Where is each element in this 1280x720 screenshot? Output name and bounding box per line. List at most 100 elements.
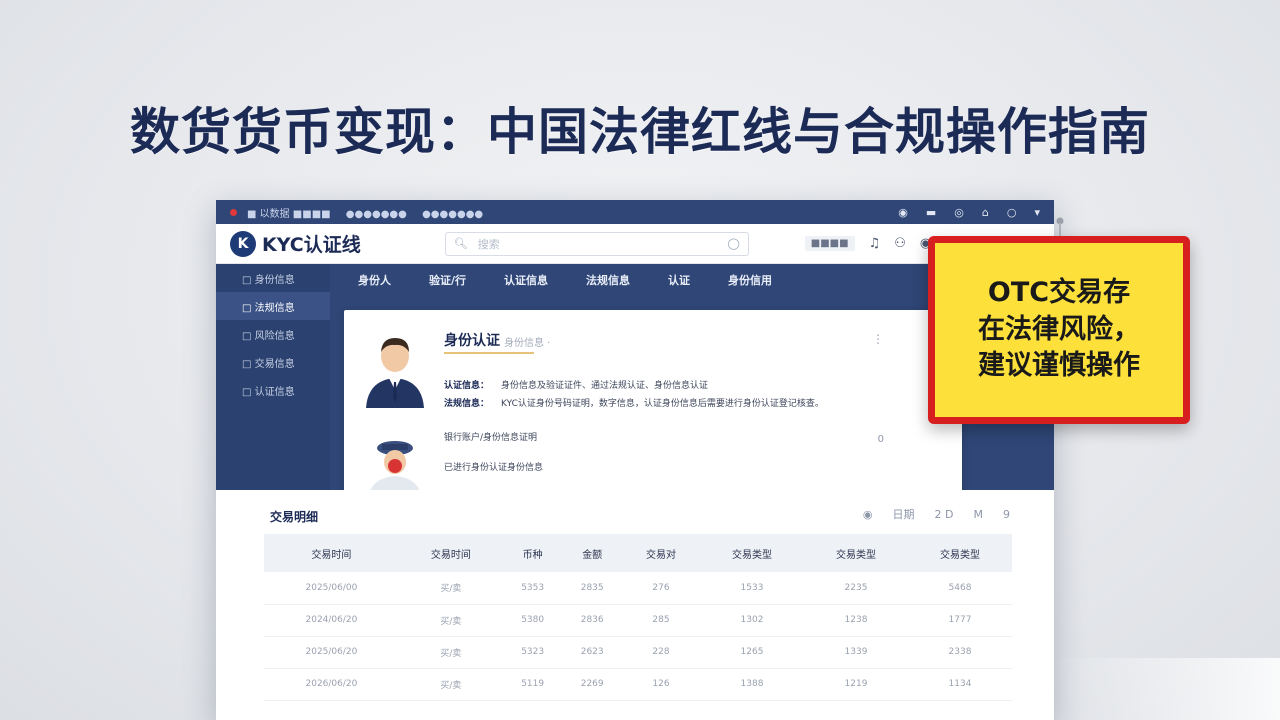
transactions-table: 交易时间 交易时间 币种 金额 交易对 交易类型 交易类型 交易类型 2025/…: [264, 534, 1012, 701]
record-icon[interactable]: ◎: [954, 206, 964, 219]
info-row: 法规信息： KYC认证身份号码证明，数字信息，认证身份信息后需要进行身份认证登记核…: [444, 396, 824, 409]
top-menu-item[interactable]: ■ 以数据 ■■■■: [247, 209, 331, 220]
table-cell: 1533: [699, 572, 804, 605]
sidebar-item-risk[interactable]: □ 风险信息: [216, 320, 330, 348]
clear-icon[interactable]: ◯: [727, 237, 739, 250]
range-m-button[interactable]: M: [974, 508, 984, 521]
table-cell: 买/卖: [398, 668, 503, 701]
info-value: 身份信息及验证证件、通过法规认证、身份信息认证: [501, 381, 709, 391]
top-menu-item[interactable]: ●●●●●●●: [346, 209, 407, 220]
table-cell: 2338: [907, 636, 1012, 669]
info-row: 银行账户/身份信息证明: [444, 433, 538, 443]
column-header[interactable]: 交易对: [621, 534, 700, 572]
warning-line: OTC交易存: [987, 277, 1131, 309]
table-cell: 1238: [803, 604, 908, 637]
window-record-dot: [230, 208, 237, 216]
table-cell: 1339: [803, 636, 908, 669]
range-9-button[interactable]: 9: [1003, 508, 1010, 521]
search-icon: 🔍︎: [453, 237, 468, 250]
info-row: 已进行身份认证身份信息: [444, 463, 544, 473]
user-icon[interactable]: ⚇: [894, 236, 906, 251]
transactions-panel: 交易明细 ◉ 日期 2 D M 9 交易时间 交易时间 币种 金额 交易对 交易…: [216, 490, 1054, 720]
search-placeholder: 搜索: [477, 237, 500, 251]
table-cell: 1388: [699, 668, 804, 701]
window-top-bar: ■ 以数据 ■■■■ ●●●●●●● ●●●●●●● ◉ ▬ ◎ ⌂ ○ ▾: [216, 200, 1054, 224]
risk-warning-note: OTC交易存 在法律风险， 建议谨慎操作: [928, 236, 1190, 424]
table-row[interactable]: 2025/06/00 买/卖 5353 2835 276 1533 2235 5…: [264, 572, 1012, 605]
column-header[interactable]: 交易类型: [907, 534, 1012, 572]
date-filter-button[interactable]: 日期: [893, 506, 915, 522]
column-header[interactable]: 币种: [502, 534, 563, 572]
chevron-icon[interactable]: ▾: [1034, 206, 1040, 219]
table-cell: 1219: [803, 668, 908, 701]
tab-person[interactable]: 身份人: [358, 272, 391, 288]
table-row[interactable]: 2025/06/20 买/卖 5323 2623 228 1265 1339 2…: [264, 636, 1012, 669]
info-row: 认证信息： 身份信息及验证证件、通过法规认证、身份信息认证: [444, 378, 708, 391]
lock-icon[interactable]: ⌂: [982, 206, 989, 219]
table-row[interactable]: 2024/06/20 买/卖 5380 2836 285 1302 1238 1…: [264, 604, 1012, 637]
table-cell: 5119: [502, 668, 563, 701]
bell-icon[interactable]: ♫: [869, 236, 881, 251]
column-header[interactable]: 交易时间: [398, 534, 503, 572]
table-cell: 1777: [907, 604, 1012, 637]
table-cell: 2026/06/20: [264, 668, 399, 701]
tab-credit[interactable]: 身份信用: [728, 272, 772, 288]
table-cell: 228: [621, 636, 700, 669]
settings-icon[interactable]: ◉: [898, 206, 908, 219]
warning-line: 在法律风险，: [978, 313, 1140, 345]
search-input[interactable]: 🔍︎ 搜索 ◯: [444, 231, 749, 256]
page-headline: 数货货币变现：中国法律红线与合规操作指南: [130, 103, 1150, 161]
top-menu: ■ 以数据 ■■■■ ●●●●●●● ●●●●●●●: [247, 205, 495, 220]
info-label: 认证信息：: [444, 381, 490, 391]
more-options-icon[interactable]: ⋮: [872, 332, 884, 346]
table-cell: 5380: [502, 604, 563, 637]
table-cell: 1302: [699, 604, 804, 637]
table-cell: 2025/06/00: [264, 572, 399, 605]
sidebar-item-identity[interactable]: □ 身份信息: [216, 264, 330, 292]
tab-verify[interactable]: 验证/行: [429, 272, 466, 288]
tab-auth-info[interactable]: 认证信息: [504, 272, 548, 288]
sidebar-item-verification[interactable]: □ 认证信息: [216, 376, 330, 404]
warning-line: 建议谨慎操作: [978, 350, 1140, 382]
table-cell: 1265: [699, 636, 804, 669]
person-avatar-icon: [366, 338, 424, 408]
profile-subtitle: 身份信息 ·: [504, 338, 551, 349]
table-cell: 126: [621, 668, 700, 701]
logo-mark-icon: K: [230, 230, 256, 257]
info-label: 法规信息：: [444, 399, 490, 409]
transactions-title: 交易明细: [270, 510, 319, 524]
sidebar-item-regulation[interactable]: □ 法规信息: [216, 292, 330, 320]
table-cell: 2024/06/20: [264, 604, 399, 637]
table-cell: 2235: [803, 572, 908, 605]
card-icon[interactable]: ▬: [926, 206, 936, 219]
warning-text: OTC交易存 在法律风险， 建议谨慎操作: [978, 275, 1140, 384]
kyc-logo[interactable]: K KYC认证线: [230, 230, 361, 257]
status-chip[interactable]: ■■■■: [804, 236, 855, 251]
table-cell: 5468: [907, 572, 1012, 605]
tab-regulation[interactable]: 法规信息: [586, 272, 630, 288]
table-cell: 买/卖: [398, 636, 503, 669]
table-cell: 276: [621, 572, 700, 605]
shield-icon[interactable]: ○: [1007, 206, 1017, 219]
table-cell: 2836: [562, 604, 622, 637]
table-cell: 5323: [502, 636, 563, 669]
table-cell: 买/卖: [398, 604, 503, 637]
tab-auth[interactable]: 认证: [668, 272, 690, 288]
column-header[interactable]: 金额: [562, 534, 622, 572]
top-menu-item[interactable]: ●●●●●●●: [422, 209, 483, 220]
column-header[interactable]: 交易类型: [803, 534, 908, 572]
sidebar-item-transactions[interactable]: □ 交易信息: [216, 348, 330, 376]
count-value: 0: [877, 434, 884, 445]
view-icon[interactable]: ◉: [863, 508, 873, 521]
column-header[interactable]: 交易类型: [699, 534, 804, 572]
transactions-toolbar: ◉ 日期 2 D M 9: [843, 506, 1010, 522]
sidebar: □ 身份信息 □ 法规信息 □ 风险信息 □ 交易信息 □ 认证信息: [216, 264, 330, 494]
table-row[interactable]: 2026/06/20 买/卖 5119 2269 126 1388 1219 1…: [264, 668, 1012, 701]
pin-icon: [1056, 217, 1064, 237]
range-2d-button[interactable]: 2 D: [935, 508, 954, 521]
table-cell: 5353: [502, 572, 563, 605]
info-value: KYC认证身份号码证明，数字信息，认证身份信息后需要进行身份认证登记核查。: [501, 399, 824, 409]
table-cell: 2835: [562, 572, 622, 605]
column-header[interactable]: 交易时间: [264, 534, 399, 572]
logo-text: KYC认证线: [262, 234, 361, 256]
